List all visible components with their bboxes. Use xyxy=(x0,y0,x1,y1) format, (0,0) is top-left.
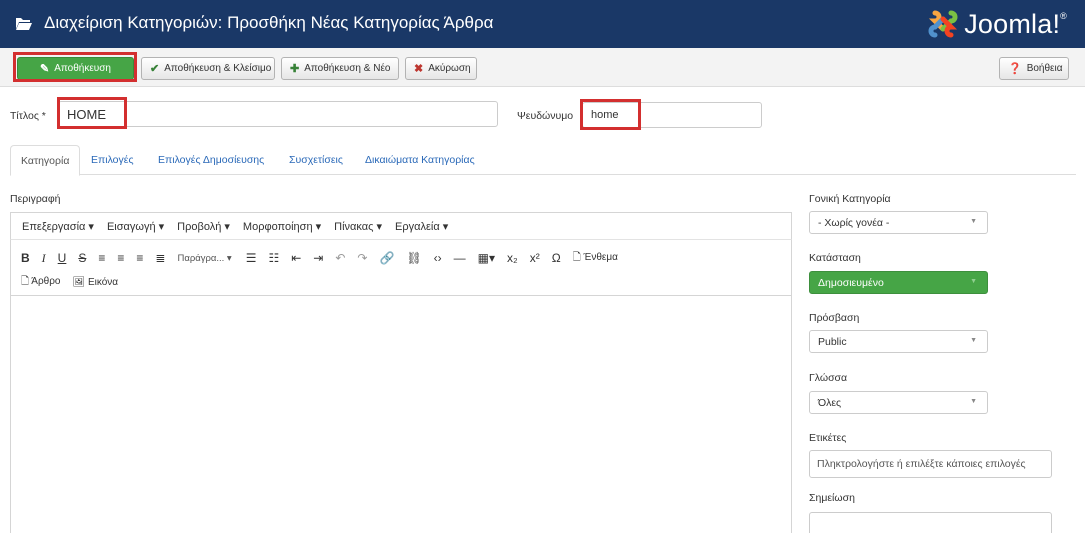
editor-toolbar: B I U S ≡ ≡ ≡ ≣ Παράγρα... ▾ ☰ ☷ ⇤ ⇥ ↶ ↷… xyxy=(10,240,792,296)
page-title: Διαχείριση Κατηγοριών: Προσθήκη Νέας Κατ… xyxy=(44,13,494,32)
language-select-value: Όλες xyxy=(818,396,842,409)
module-button-label: Ένθεμα xyxy=(583,251,618,263)
unlink-icon[interactable]: ⛓ xyxy=(406,251,421,265)
menu-tools[interactable]: Εργαλεία ▾ xyxy=(395,220,448,233)
save-new-button-label: Αποθήκευση & Νέο xyxy=(304,63,391,74)
align-justify-icon[interactable]: ≣ xyxy=(155,251,165,265)
description-label: Περιγραφή xyxy=(10,193,61,205)
superscript-icon[interactable]: x² xyxy=(530,251,540,265)
save-new-button[interactable]: ✚ Αποθήκευση & Νέο xyxy=(281,57,399,80)
chevron-down-icon: ▼ xyxy=(970,278,977,285)
language-select[interactable]: Όλες ▼ xyxy=(809,391,988,414)
tab-permissions[interactable]: Δικαιώματα Κατηγορίας xyxy=(355,145,485,175)
numbered-list-icon[interactable]: ☷ xyxy=(268,251,279,265)
title-highlight xyxy=(57,97,127,129)
horizontal-rule-icon[interactable]: — xyxy=(454,251,466,265)
tab-bar: Κατηγορία Επιλογές Επιλογές Δημοσίευσης … xyxy=(10,145,1076,176)
article-button-label: Άρθρο xyxy=(31,275,61,287)
joomla-logo-text: Joomla!® xyxy=(964,8,1067,39)
question-circle-icon: ❓ xyxy=(1008,63,1022,75)
article-button[interactable]: 🗋 Άρθρο xyxy=(21,274,60,291)
outdent-icon[interactable]: ⇤ xyxy=(291,251,301,265)
align-right-icon[interactable]: ≡ xyxy=(136,251,143,265)
underline-icon[interactable]: U xyxy=(58,251,67,265)
save-close-button-label: Αποθήκευση & Κλείσιμο xyxy=(164,63,272,74)
note-label: Σημείωση xyxy=(809,492,855,504)
indent-icon[interactable]: ⇥ xyxy=(313,251,323,265)
tab-associations[interactable]: Συσχετίσεις xyxy=(279,145,353,175)
link-icon[interactable]: 🔗 xyxy=(379,251,394,265)
app-header: Διαχείριση Κατηγοριών: Προσθήκη Νέας Κατ… xyxy=(0,0,1085,48)
bullet-list-icon[interactable]: ☰ xyxy=(246,251,257,265)
checkmark-icon: ✔ xyxy=(150,63,160,75)
menu-format[interactable]: Μορφοποίηση ▾ xyxy=(243,220,321,233)
access-label: Πρόσβαση xyxy=(809,312,860,324)
menu-insert[interactable]: Εισαγωγή ▾ xyxy=(107,220,164,233)
plus-icon: ✚ xyxy=(290,63,300,75)
language-label: Γλώσσα xyxy=(809,372,848,384)
subscript-icon[interactable]: x₂ xyxy=(507,251,518,265)
paragraph-format-select[interactable]: Παράγρα... ▾ xyxy=(177,253,231,264)
tags-input[interactable]: Πληκτρολογήστε ή επιλέξτε κάποιες επιλογ… xyxy=(809,450,1052,478)
tab-publishing[interactable]: Επιλογές Δημοσίευσης xyxy=(148,145,274,175)
tab-category[interactable]: Κατηγορία xyxy=(10,145,81,176)
cancel-button[interactable]: ✖ Ακύρωση xyxy=(405,57,477,80)
special-character-icon[interactable]: Ω xyxy=(552,251,561,265)
editor-menubar: Επεξεργασία ▾ Εισαγωγή ▾ Προβολή ▾ Μορφο… xyxy=(10,212,792,240)
alias-label: Ψευδώνυμο xyxy=(517,110,574,122)
tags-label: Ετικέτες xyxy=(809,432,847,444)
redo-icon[interactable]: ↷ xyxy=(357,251,367,265)
table-icon[interactable]: ▦▾ xyxy=(478,251,495,265)
menu-view[interactable]: Προβολή ▾ xyxy=(177,220,230,233)
align-center-icon[interactable]: ≡ xyxy=(117,251,124,265)
cancel-circle-icon: ✖ xyxy=(414,63,424,75)
alias-highlight xyxy=(580,99,641,130)
chevron-down-icon: ▼ xyxy=(970,218,977,225)
module-button[interactable]: 🗋 Ένθεμα xyxy=(573,250,618,267)
bold-icon[interactable]: B xyxy=(21,251,30,265)
parent-select-value: - Χωρίς γονέα - xyxy=(818,216,890,229)
chevron-down-icon: ▼ xyxy=(970,398,977,405)
tab-options[interactable]: Επιλογές xyxy=(81,145,144,175)
menu-edit[interactable]: Επεξεργασία ▾ xyxy=(22,220,94,233)
chevron-down-icon: ▼ xyxy=(970,337,977,344)
status-label: Κατάσταση xyxy=(809,252,861,264)
access-select-value: Public xyxy=(818,335,847,348)
joomla-logo: Joomla!® xyxy=(927,8,1067,40)
save-close-button[interactable]: ✔ Αποθήκευση & Κλείσιμο xyxy=(141,57,275,80)
menu-table[interactable]: Πίνακας ▾ xyxy=(334,220,382,233)
parent-select[interactable]: - Χωρίς γονέα - ▼ xyxy=(809,211,988,234)
parent-label: Γονική Κατηγορία xyxy=(809,193,891,205)
image-button-label: Εικόνα xyxy=(87,276,119,288)
code-icon[interactable]: ‹› xyxy=(434,251,442,265)
title-label: Τίτλος * xyxy=(10,110,46,122)
help-button[interactable]: ❓ Βοήθεια xyxy=(999,57,1069,80)
action-toolbar: ✎ Αποθήκευση ✔ Αποθήκευση & Κλείσιμο ✚ Α… xyxy=(0,48,1085,87)
image-button[interactable]: 🖼 Εικόνα xyxy=(72,277,118,288)
joomla-logo-icon xyxy=(928,10,958,38)
save-highlight xyxy=(13,52,137,82)
cancel-button-label: Ακύρωση xyxy=(428,63,471,74)
align-left-icon[interactable]: ≡ xyxy=(98,251,105,265)
folder-open-icon xyxy=(16,18,32,30)
help-button-label: Βοήθεια xyxy=(1026,63,1063,74)
editor-content-area[interactable] xyxy=(10,296,792,533)
undo-icon[interactable]: ↶ xyxy=(335,251,345,265)
status-select[interactable]: Δημοσιευμένο ▼ xyxy=(809,271,988,294)
status-select-value: Δημοσιευμένο xyxy=(818,276,884,289)
italic-icon[interactable]: I xyxy=(42,251,46,266)
note-input[interactable] xyxy=(809,512,1052,533)
access-select[interactable]: Public ▼ xyxy=(809,330,988,353)
strikethrough-icon[interactable]: S xyxy=(78,251,86,265)
